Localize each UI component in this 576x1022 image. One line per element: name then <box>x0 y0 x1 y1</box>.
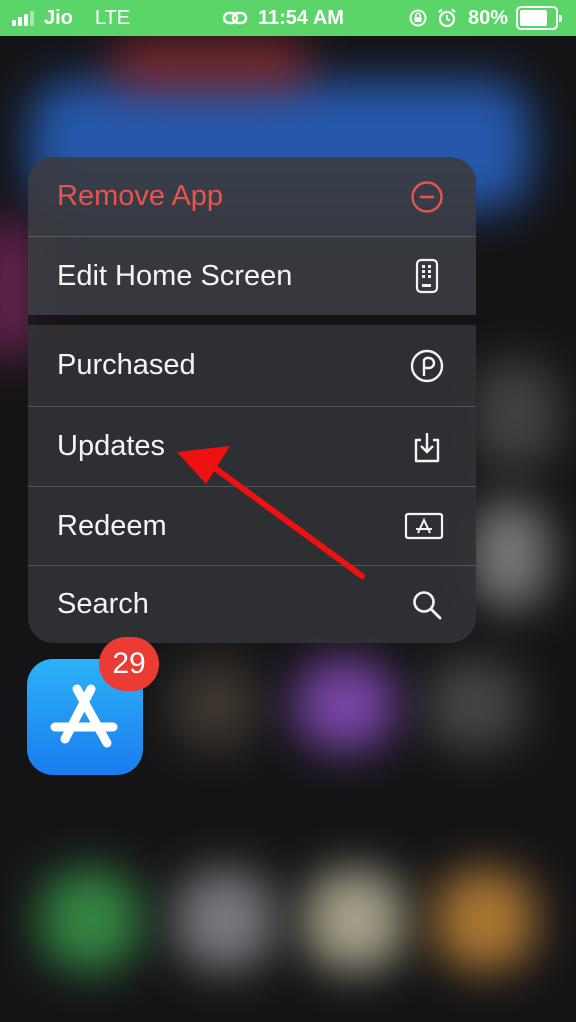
menu-item-remove-app[interactable]: Remove App <box>28 157 476 236</box>
menu-item-edit-home-screen[interactable]: Edit Home Screen <box>28 237 476 315</box>
signal-icon <box>12 10 34 26</box>
alarm-icon <box>438 8 456 28</box>
phone-apps-icon <box>408 257 446 295</box>
menu-item-search[interactable]: Search <box>28 566 476 643</box>
network-type: LTE <box>94 6 131 29</box>
app-store-glyph-icon <box>50 684 118 748</box>
download-tray-icon <box>408 428 446 466</box>
menu-item-label: Purchased <box>57 349 196 381</box>
menu-item-updates[interactable]: Updates <box>28 407 476 486</box>
carrier-name: Jio <box>44 6 73 29</box>
search-icon <box>408 586 446 624</box>
menu-item-label: Updates <box>57 430 166 462</box>
orientation-lock-icon <box>409 9 427 27</box>
redeem-card-icon <box>402 507 446 545</box>
purchased-icon <box>408 347 446 385</box>
menu-item-label: Remove App <box>57 180 224 212</box>
status-bar: Jio LTE 11:54 AM 80% <box>0 0 576 36</box>
menu-item-purchased[interactable]: Purchased <box>28 325 476 406</box>
menu-item-label: Edit Home Screen <box>57 259 293 292</box>
notification-badge: 29 <box>99 637 159 691</box>
menu-item-redeem[interactable]: Redeem <box>28 487 476 565</box>
minus-circle-icon <box>408 178 446 216</box>
context-menu: Remove App Edit Home Screen Purchased Up… <box>28 157 476 643</box>
battery-percent: 80% <box>467 6 508 29</box>
clock: 11:54 AM <box>258 6 344 29</box>
battery-icon <box>516 6 562 30</box>
menu-item-label: Search <box>57 588 149 620</box>
link-icon <box>222 11 248 25</box>
menu-item-label: Redeem <box>57 509 167 542</box>
